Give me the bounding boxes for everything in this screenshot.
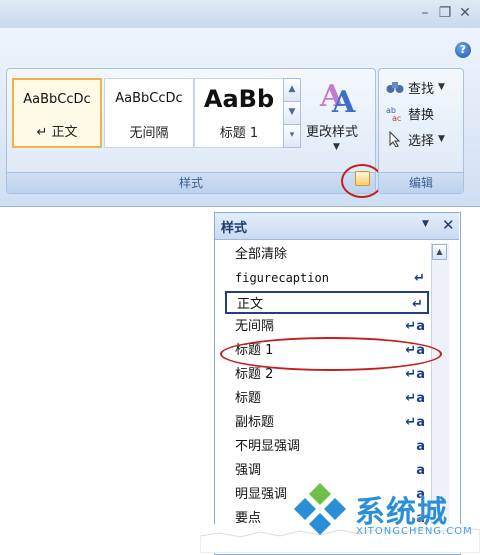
replace-button[interactable]: ab ac 替换	[386, 102, 434, 124]
style-swatch-normal[interactable]: AaBbCcDc ↵ 正文	[12, 78, 102, 148]
style-item-label: 全部清除	[235, 247, 288, 262]
find-label: 查找	[408, 81, 435, 97]
styles-gallery-scroll-up[interactable]: ▲	[283, 78, 301, 102]
minimize-button[interactable]: –	[416, 4, 434, 22]
cursor-arrow-icon	[389, 131, 401, 147]
editing-group-label: 编辑	[379, 172, 463, 193]
styles-pane-title: 样式	[221, 221, 248, 236]
watermark-domain: XITONGCHENG.COM	[356, 526, 473, 537]
style-swatch-no-spacing[interactable]: AaBbCcDc 无间隔	[104, 78, 194, 148]
replace-icon: ab ac	[386, 106, 401, 121]
style-type-mark: a	[416, 439, 425, 454]
style-item-label: 强调	[235, 463, 262, 478]
chevron-down-icon: ▼	[438, 134, 445, 144]
styles-gallery-scroll-down[interactable]: ▼	[283, 101, 301, 125]
styles-group-label: 样式	[7, 172, 375, 193]
style-type-mark: ↵	[412, 297, 423, 312]
style-item-label: 标题	[235, 391, 262, 406]
svg-text:A: A	[331, 85, 356, 116]
style-swatch-heading-1[interactable]: AaBb 标题 1	[194, 78, 284, 148]
style-item[interactable]: 标题 ↵a	[225, 387, 429, 410]
style-item-label: figurecaption	[235, 271, 329, 285]
styles-gallery-more[interactable]: ▾	[283, 124, 301, 148]
style-item[interactable]: 无间隔 ↵a	[225, 315, 429, 338]
style-item[interactable]: 不明显强调 a	[225, 435, 429, 458]
style-swatch-name: 标题 1	[219, 126, 259, 141]
change-styles-icon[interactable]: A A	[318, 76, 358, 116]
pane-options-icon[interactable]: ▼	[422, 219, 429, 229]
style-item[interactable]: 副标题 ↵a	[225, 411, 429, 434]
style-type-mark: ↵a	[405, 415, 425, 430]
style-type-mark: a	[416, 463, 425, 478]
find-button[interactable]: 查找 ▼	[386, 76, 445, 98]
style-swatch-name: ↵ 正文	[36, 125, 78, 140]
style-swatch-name: 无间隔	[129, 126, 169, 141]
style-item-label: 无间隔	[235, 319, 275, 334]
pane-close-icon[interactable]: ✕	[442, 216, 455, 234]
scroll-up-arrow-icon[interactable]: ▲	[432, 244, 447, 260]
window-title-bar	[0, 0, 480, 28]
style-type-mark: ↵a	[405, 367, 425, 382]
replace-label: 替换	[408, 107, 435, 123]
style-type-mark: ↵a	[405, 391, 425, 406]
style-item[interactable]: figurecaption ↵	[225, 267, 429, 290]
close-window-button[interactable]: ✕	[456, 4, 474, 22]
style-swatch-preview: AaBbCcDc	[115, 91, 183, 106]
style-item-label: 副标题	[235, 415, 275, 430]
select-label: 选择	[408, 133, 435, 149]
svg-text:ac: ac	[392, 114, 401, 121]
style-swatch-preview: AaBb	[203, 85, 275, 113]
restore-button[interactable]: ❐	[436, 4, 454, 22]
watermark-logo-icon	[294, 483, 346, 535]
style-item[interactable]: 全部清除	[225, 243, 429, 266]
style-type-mark: ↵a	[405, 319, 425, 334]
select-button[interactable]: 选择 ▼	[386, 128, 445, 150]
help-icon[interactable]: ?	[455, 42, 471, 58]
chevron-down-icon[interactable]: ▼	[333, 142, 340, 152]
chevron-down-icon: ▼	[438, 82, 445, 92]
highlight-ring	[341, 164, 383, 198]
style-item-label: 正文	[237, 297, 264, 312]
style-item-label: 明显强调	[235, 487, 288, 502]
watermark-text: 系统城	[355, 495, 448, 530]
change-styles-button[interactable]: 更改样式	[306, 121, 358, 140]
style-type-mark: ↵	[414, 271, 425, 286]
style-item-selected[interactable]: 正文 ↵	[225, 291, 429, 314]
style-item[interactable]: 强调 a	[225, 459, 429, 482]
heading-highlight-ring	[220, 337, 442, 371]
style-swatch-preview: AaBbCcDc	[23, 92, 91, 107]
style-item-label: 不明显强调	[235, 439, 301, 454]
binoculars-icon	[386, 82, 404, 93]
